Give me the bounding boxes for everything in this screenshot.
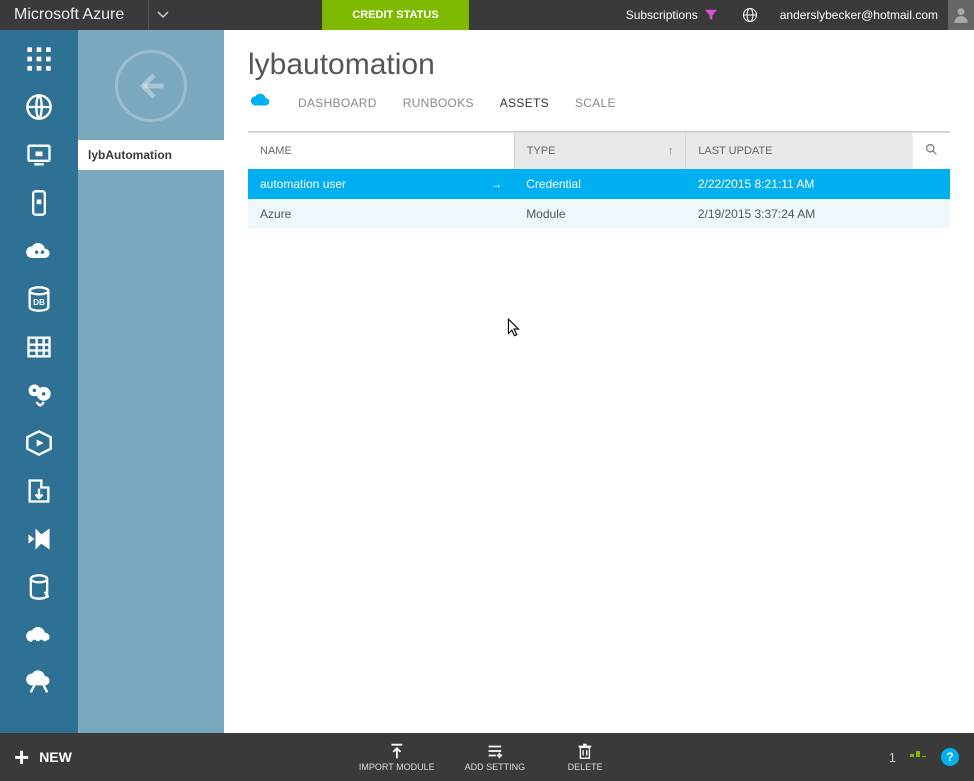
rail-table[interactable] [15, 326, 63, 368]
rail-cloud[interactable] [15, 230, 63, 272]
subscriptions-button[interactable]: Subscriptions [614, 0, 730, 30]
rail-export[interactable] [15, 470, 63, 512]
command-bar: + NEW IMPORT MODULE ADD SETTING DELETE 1… [0, 733, 974, 781]
subscriptions-label: Subscriptions [626, 8, 698, 22]
svg-text:?: ? [946, 750, 953, 764]
hdinsight-icon [25, 381, 53, 409]
svg-text:DB: DB [33, 298, 45, 307]
rail-db[interactable]: DB [15, 278, 63, 320]
back-button[interactable] [115, 50, 187, 122]
vs-icon [25, 525, 53, 553]
side-panel: lybAutomation [78, 30, 224, 733]
tab-scale[interactable]: SCALE [575, 96, 616, 110]
delete-button[interactable]: DELETE [555, 742, 615, 772]
cloud-gears-icon [25, 237, 53, 265]
person-icon [952, 6, 970, 24]
import-module-button[interactable]: IMPORT MODULE [359, 742, 435, 772]
top-bar: Microsoft Azure CREDIT STATUS Subscripti… [0, 0, 974, 30]
media-icon [25, 429, 53, 457]
assets-table: NAME TYPE↑ LAST UPDATE automation user→ … [248, 132, 950, 229]
brand-dropdown[interactable] [148, 0, 177, 30]
table-icon [25, 333, 53, 361]
storage-icon [25, 573, 53, 601]
tab-runbooks[interactable]: RUNBOOKS [403, 96, 474, 110]
cloud-icon [250, 92, 272, 113]
db-icon: DB [25, 285, 53, 313]
sort-asc-icon: ↑ [668, 145, 674, 157]
rail-vs[interactable] [15, 518, 63, 560]
trash-icon [575, 742, 595, 760]
table-row[interactable]: automation user→ Credential 2/22/2015 8:… [248, 169, 950, 199]
grid-icon [25, 45, 53, 73]
page-title: lybautomation [248, 48, 950, 82]
rail-traffic[interactable] [15, 662, 63, 704]
arrow-right-icon: → [490, 177, 502, 191]
traffic-icon [25, 669, 53, 697]
rail-hdinsight[interactable] [15, 374, 63, 416]
rail-storage[interactable] [15, 566, 63, 608]
vm-icon [25, 141, 53, 169]
help-icon[interactable]: ? [940, 747, 960, 767]
filter-icon [704, 8, 718, 22]
notification-count: 1 [889, 750, 896, 765]
plus-icon: + [14, 744, 29, 770]
service-rail: DB [0, 30, 78, 733]
column-name[interactable]: NAME [248, 133, 514, 170]
search-icon [925, 143, 938, 156]
globe-icon [742, 7, 758, 23]
back-arrow-icon [132, 67, 170, 105]
column-type[interactable]: TYPE↑ [514, 133, 686, 170]
add-setting-button[interactable]: ADD SETTING [465, 742, 526, 772]
column-search[interactable] [913, 133, 951, 170]
brand-label: Microsoft Azure [0, 0, 138, 30]
rail-vm[interactable] [15, 134, 63, 176]
import-icon [387, 742, 407, 760]
rail-network[interactable] [15, 614, 63, 656]
column-last-update[interactable]: LAST UPDATE [686, 133, 913, 170]
user-email[interactable]: anderslybecker@hotmail.com [770, 0, 948, 30]
tab-bar: DASHBOARD RUNBOOKS ASSETS SCALE [248, 92, 950, 113]
notifications-icon[interactable] [908, 747, 928, 767]
mobile-icon [25, 189, 53, 217]
rail-web[interactable] [15, 86, 63, 128]
user-avatar[interactable] [948, 0, 974, 30]
credit-status-button[interactable]: CREDIT STATUS [322, 0, 468, 30]
tab-assets[interactable]: ASSETS [500, 96, 549, 110]
network-icon [25, 621, 53, 649]
language-button[interactable] [730, 0, 770, 30]
export-icon [25, 477, 53, 505]
main-content: lybautomation DASHBOARD RUNBOOKS ASSETS … [224, 30, 974, 733]
add-setting-icon [485, 742, 505, 760]
rail-grid[interactable] [15, 38, 63, 80]
web-icon [25, 93, 53, 121]
sidebar-item-automation[interactable]: lybAutomation [78, 140, 224, 170]
new-button[interactable]: + NEW [14, 744, 72, 770]
rail-mobile[interactable] [15, 182, 63, 224]
table-row[interactable]: Azure Module 2/19/2015 3:37:24 AM [248, 199, 950, 229]
tab-dashboard[interactable]: DASHBOARD [298, 96, 377, 110]
rail-media[interactable] [15, 422, 63, 464]
